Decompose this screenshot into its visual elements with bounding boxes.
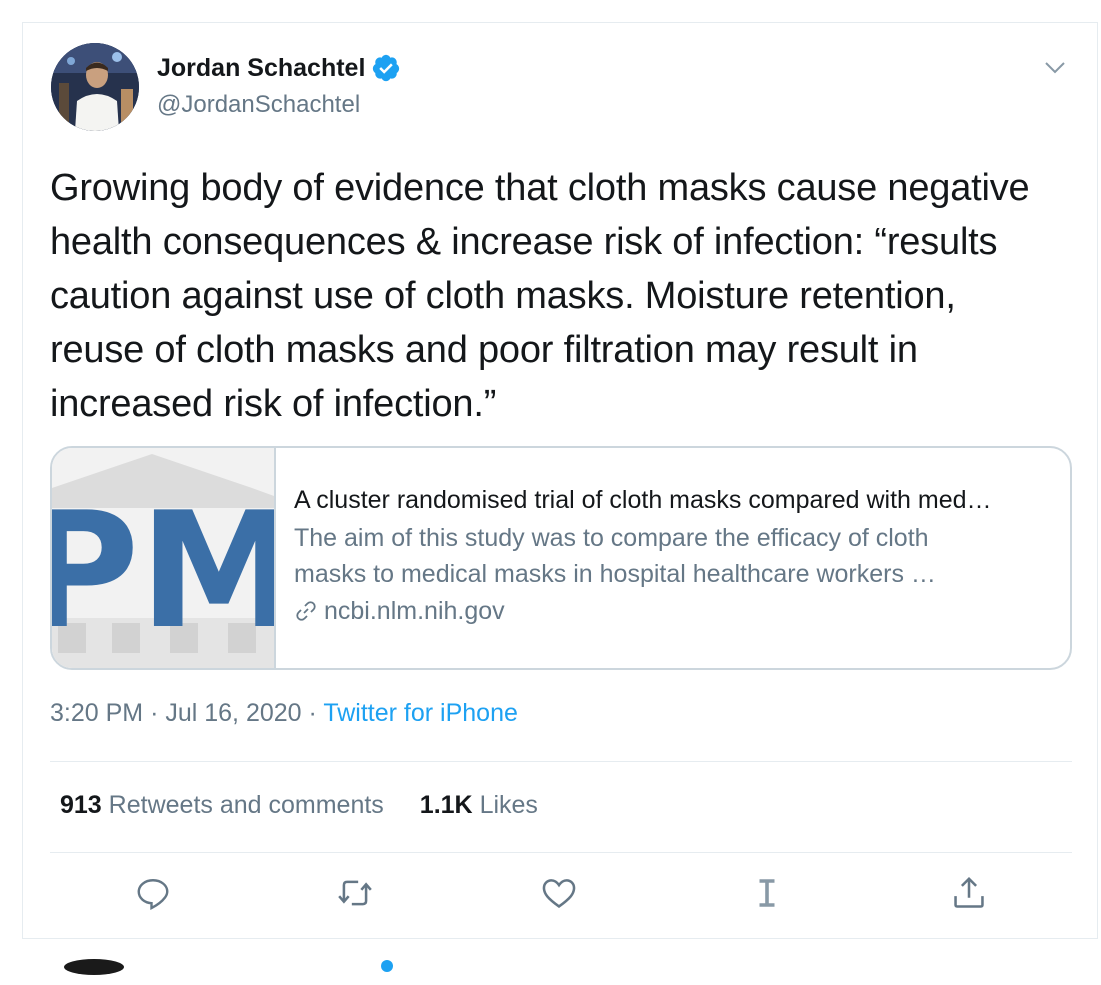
i-icon — [759, 879, 775, 907]
card-domain[interactable]: ncbi.nlm.nih.gov — [324, 594, 505, 628]
card-description: The aim of this study was to compare the… — [294, 520, 1050, 592]
card-description-line: masks to medical masks in hospital healt… — [294, 560, 936, 588]
meta-separator: · — [308, 699, 317, 727]
tweet-date[interactable]: Jul 16, 2020 — [165, 699, 301, 727]
next-tweet-avatar-icon — [64, 959, 124, 975]
tweet-meta: 3:20 PM · Jul 16, 2020 · Twitter for iPh… — [50, 699, 518, 728]
retweets-stat[interactable]: 913 Retweets and comments — [60, 791, 384, 820]
like-button[interactable] — [539, 873, 579, 913]
card-image-text: PMC — [52, 477, 274, 664]
retweets-label: Retweets and comments — [108, 791, 384, 819]
tweet-time[interactable]: 3:20 PM — [50, 699, 143, 727]
tweet-source[interactable]: Twitter for iPhone — [323, 699, 518, 727]
card-title[interactable]: A cluster randomised trial of cloth mask… — [294, 484, 1050, 516]
share-icon — [954, 876, 984, 908]
reply-button[interactable] — [133, 873, 173, 913]
retweets-count: 913 — [60, 791, 102, 819]
verified-badge-icon — [373, 54, 400, 82]
tweet-stats: 913 Retweets and comments 1.1K Likes — [60, 791, 538, 820]
share-button[interactable] — [949, 873, 989, 913]
retweet-button[interactable] — [335, 873, 375, 913]
divider — [50, 761, 1072, 762]
action-bar — [23, 873, 1099, 923]
card-description-line: The aim of this study was to compare the… — [294, 524, 929, 552]
retweet-icon — [338, 880, 372, 906]
pmc-logo-icon: PMC — [52, 448, 274, 668]
avatar[interactable] — [51, 43, 139, 131]
chevron-down-icon[interactable] — [1043, 55, 1067, 79]
i-button[interactable] — [747, 873, 787, 913]
avatar-photo-icon — [51, 43, 139, 131]
card-body[interactable]: A cluster randomised trial of cloth mask… — [276, 448, 1070, 668]
card-image: PMC — [52, 448, 276, 668]
link-icon — [296, 601, 316, 621]
divider — [50, 852, 1072, 853]
likes-label: Likes — [479, 791, 538, 819]
tweet-text: Growing body of evidence that cloth mask… — [50, 167, 1030, 425]
likes-count: 1.1K — [419, 791, 473, 819]
next-tweet-preview — [22, 938, 1098, 975]
card-domain-row[interactable]: ncbi.nlm.nih.gov — [294, 594, 1050, 628]
author-name[interactable]: Jordan Schachtel — [157, 54, 365, 83]
verified-badge-icon — [381, 960, 393, 972]
link-card[interactable]: PMC A cluster randomised trial of cloth … — [50, 446, 1072, 670]
author-name-row[interactable]: Jordan Schachtel — [157, 53, 401, 83]
tweet-container: Jordan Schachtel @JordanSchachtel Growin… — [22, 22, 1098, 938]
like-icon — [542, 879, 576, 909]
likes-stat[interactable]: 1.1K Likes — [420, 791, 538, 820]
author-handle[interactable]: @JordanSchachtel — [157, 91, 360, 119]
reply-icon — [137, 879, 169, 910]
meta-separator: · — [150, 699, 159, 727]
